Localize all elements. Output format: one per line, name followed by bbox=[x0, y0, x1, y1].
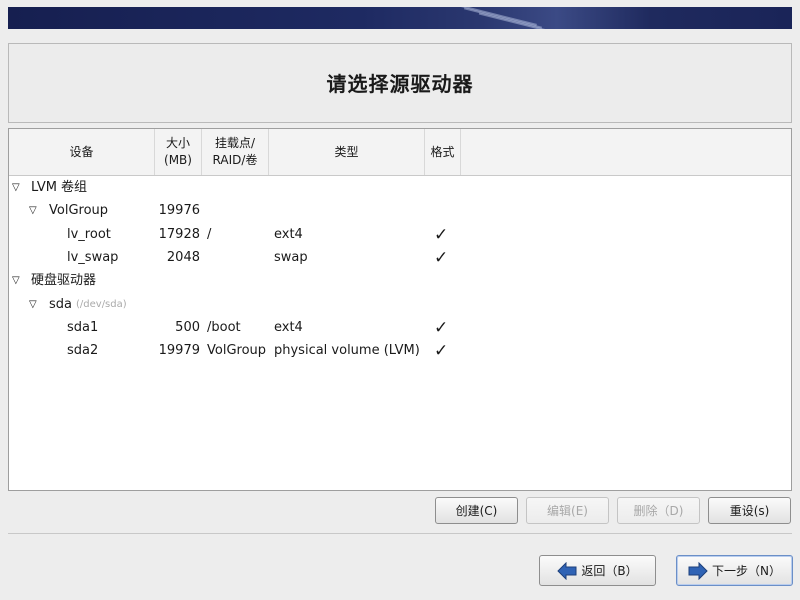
create-button[interactable]: 创建(C) bbox=[435, 497, 518, 524]
tree-row-sda[interactable]: ▽ sda (/dev/sda) bbox=[9, 293, 791, 316]
device-size: 19976 bbox=[158, 203, 200, 218]
group-label: LVM 卷组 bbox=[31, 180, 88, 195]
column-header-mount[interactable]: 挂载点/ RAID/卷 bbox=[202, 129, 269, 175]
expander-open-icon[interactable]: ▽ bbox=[12, 176, 20, 199]
tree-row-lv-root[interactable]: lv_root 17928 / ext4 ✓ bbox=[9, 223, 791, 246]
device-type: physical volume (LVM) bbox=[274, 343, 420, 358]
group-label: 硬盘驱动器 bbox=[31, 273, 97, 288]
device-mount: /boot bbox=[207, 320, 241, 335]
device-name: sda1 bbox=[67, 320, 99, 335]
tree-row-volgroup[interactable]: ▽ VolGroup 19976 bbox=[9, 199, 791, 222]
device-type: ext4 bbox=[274, 320, 303, 335]
expander-open-icon[interactable]: ▽ bbox=[29, 293, 37, 316]
device-size: 19979 bbox=[158, 343, 200, 358]
divider bbox=[8, 533, 792, 534]
next-button-label: 下一步（N） bbox=[712, 564, 781, 578]
back-button[interactable]: 返回（B） bbox=[539, 555, 656, 586]
device-name: sda bbox=[49, 297, 72, 312]
delete-button[interactable]: 删除（D) bbox=[617, 497, 700, 524]
device-name: VolGroup bbox=[49, 203, 109, 218]
device-mount: VolGroup bbox=[207, 343, 267, 358]
storage-tree[interactable]: 设备 大小 (MB) 挂载点/ RAID/卷 类型 格式 ▽ LVM 卷组 ▽ … bbox=[8, 128, 792, 491]
device-size: 2048 bbox=[166, 250, 200, 265]
header-banner bbox=[8, 7, 792, 29]
format-check-icon: ✓ bbox=[434, 248, 449, 268]
device-size: 500 bbox=[175, 320, 200, 335]
column-header-type[interactable]: 类型 bbox=[269, 129, 425, 175]
tree-row-hard-drives[interactable]: ▽ 硬盘驱动器 bbox=[9, 269, 791, 292]
device-type: ext4 bbox=[274, 227, 303, 242]
device-type: swap bbox=[274, 250, 308, 265]
column-header-format[interactable]: 格式 bbox=[425, 129, 461, 175]
format-check-icon: ✓ bbox=[434, 225, 449, 245]
tree-row-lv-swap[interactable]: lv_swap 2048 swap ✓ bbox=[9, 246, 791, 269]
next-button[interactable]: 下一步（N） bbox=[676, 555, 793, 586]
back-button-label: 返回（B） bbox=[581, 564, 638, 578]
expander-open-icon[interactable]: ▽ bbox=[12, 269, 20, 292]
device-name: sda2 bbox=[67, 343, 99, 358]
expander-open-icon[interactable]: ▽ bbox=[29, 199, 37, 222]
column-header-size[interactable]: 大小 (MB) bbox=[155, 129, 202, 175]
format-check-icon: ✓ bbox=[434, 318, 449, 338]
reset-button[interactable]: 重设(s) bbox=[708, 497, 791, 524]
title-panel: 请选择源驱动器 bbox=[8, 43, 792, 123]
arrow-right-icon bbox=[688, 561, 708, 580]
device-mount: / bbox=[207, 227, 212, 242]
device-size: 17928 bbox=[158, 227, 200, 242]
format-check-icon: ✓ bbox=[434, 341, 449, 361]
column-header-device[interactable]: 设备 bbox=[9, 129, 155, 175]
edit-button[interactable]: 编辑(E) bbox=[526, 497, 609, 524]
tree-row-sda2[interactable]: sda2 19979 VolGroup physical volume (LVM… bbox=[9, 339, 791, 362]
arrow-left-icon bbox=[557, 561, 577, 580]
tree-row-lvm-group[interactable]: ▽ LVM 卷组 bbox=[9, 176, 791, 199]
tree-row-sda1[interactable]: sda1 500 /boot ext4 ✓ bbox=[9, 316, 791, 339]
device-path-hint: (/dev/sda) bbox=[76, 299, 127, 310]
device-name: lv_root bbox=[67, 227, 111, 242]
column-header-bar: 设备 大小 (MB) 挂载点/ RAID/卷 类型 格式 bbox=[9, 129, 791, 176]
device-name: lv_swap bbox=[67, 250, 119, 265]
page-title: 请选择源驱动器 bbox=[326, 72, 474, 96]
